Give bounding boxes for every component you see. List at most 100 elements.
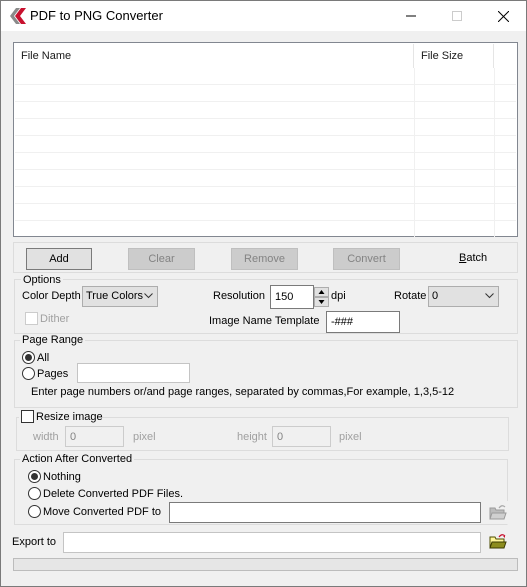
width-label: width [33,431,59,443]
list-row-empty [15,68,516,85]
options-group-label: Options [21,274,63,287]
remove-button: Remove [231,248,298,270]
arrow-up-icon [318,290,325,294]
window-title: PDF to PNG Converter [30,8,163,23]
height-input: 0 [272,426,331,447]
resolution-spinner [314,287,329,307]
after-nothing-radio[interactable] [28,470,41,483]
column-header-file-name[interactable]: File Name [15,44,414,68]
clear-button: Clear [128,248,195,270]
add-button[interactable]: Add [26,248,92,270]
name-template-label: Image Name Template [209,315,320,327]
column-separator [494,187,495,204]
column-separator [414,68,415,85]
page-range-hint: Enter page numbers or/and page ranges, s… [31,386,455,398]
page-range-pages-radio[interactable] [22,367,35,380]
maximize-button [434,1,480,31]
resolution-input[interactable]: 150 [270,285,314,309]
column-separator [494,204,495,221]
after-move-label: Move Converted PDF to [43,506,161,518]
move-path-input[interactable] [169,502,481,523]
width-unit: pixel [133,431,156,443]
height-label: height [237,431,267,443]
column-separator [494,68,495,85]
height-unit: pixel [339,431,362,443]
arrow-down-icon [318,300,325,304]
after-move-radio[interactable] [28,505,41,518]
column-separator [414,170,415,187]
column-separator [494,136,495,153]
resize-image-label: Resize image [36,411,103,423]
rotate-value: 0 [432,290,439,302]
column-header-filler [495,44,516,68]
column-separator [494,221,495,238]
column-separator [414,221,415,238]
column-separator [414,85,415,102]
spin-up-button[interactable] [314,287,329,297]
close-icon [497,10,509,22]
after-convert-group-label: Action After Converted [20,453,135,466]
column-separator [414,119,415,136]
column-separator [414,153,415,170]
page-range-all-label: All [37,352,50,364]
column-separator [414,187,415,204]
page-range-pages-label: Pages [37,368,69,380]
column-header-file-size[interactable]: File Size [415,44,494,68]
width-input: 0 [65,426,124,447]
resize-image-checkbox[interactable] [21,410,34,423]
list-row-empty [15,85,516,102]
column-separator [414,102,415,119]
list-row-empty [15,204,516,221]
minimize-button[interactable] [388,1,434,31]
list-row-empty [15,187,516,204]
rotate-select[interactable]: 0 [428,286,499,307]
chevron-down-icon [144,293,153,299]
maximize-icon [452,11,462,21]
pages-input[interactable] [77,363,190,383]
column-separator [414,136,415,153]
column-separator [414,204,415,221]
name-template-input[interactable]: -### [326,311,400,333]
list-row-empty [15,221,516,238]
list-row-empty [15,119,516,136]
page-range-group-label: Page Range [20,334,86,347]
column-separator [494,85,495,102]
after-delete-radio[interactable] [28,487,41,500]
browse-folder-button[interactable] [489,533,507,549]
after-nothing-label: Nothing [43,471,81,483]
color-depth-label: Color Depth [22,290,81,302]
list-row-empty [15,153,516,170]
list-row-empty [15,170,516,187]
column-separator [494,102,495,119]
page-range-all-radio[interactable] [22,351,35,364]
color-depth-value: True Colors [86,290,144,302]
after-delete-label: Delete Converted PDF Files. [43,488,183,500]
column-separator [494,119,495,136]
conversion-progress-bar [13,558,518,571]
resolution-label: Resolution [213,290,265,302]
minimize-icon [406,15,416,17]
list-row-empty [15,136,516,153]
app-window: PDF to PNG Converter File Name File Size… [0,0,527,587]
batch-label: atch [466,252,488,264]
close-button[interactable] [480,1,526,31]
column-separator [494,153,495,170]
list-header: File Name File Size [15,44,516,68]
title-bar: PDF to PNG Converter [1,1,526,31]
group-border-right [507,459,508,501]
dither-label: Dither [40,313,70,325]
list-row-empty [15,102,516,119]
export-path-input[interactable] [63,532,481,553]
file-list[interactable]: File Name File Size [13,42,518,238]
resolution-unit: dpi [331,290,346,302]
folder-open-icon [489,505,507,520]
convert-button: Convert [333,248,400,270]
spin-down-button[interactable] [314,297,329,307]
batch-button[interactable]: Batch [459,252,487,264]
app-logo-icon [10,8,26,24]
color-depth-select[interactable]: True Colors [82,286,158,307]
column-separator [494,170,495,187]
dither-checkbox [25,312,38,325]
export-to-label: Export to [12,536,57,548]
rotate-label: Rotate [394,290,427,302]
